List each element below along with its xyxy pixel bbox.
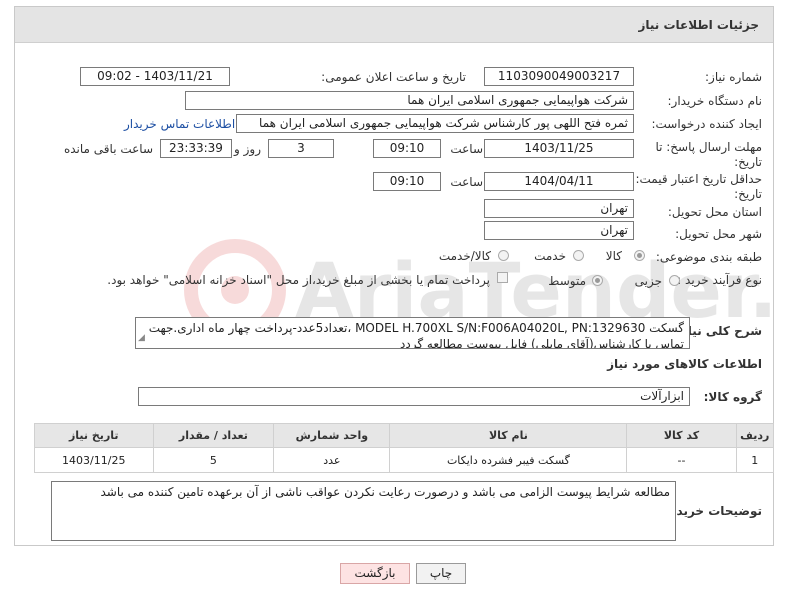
treasury-payment-checkbox[interactable] — [497, 272, 508, 283]
category-option-goods-service: کالا/خدمت — [438, 249, 491, 263]
announce-field: 1403/11/21 - 09:02 — [80, 67, 230, 86]
buyer-notes-textarea: مطالعه شرایط پیوست الزامی می باشد و درصو… — [51, 481, 676, 541]
process-option-medium: متوسط — [548, 274, 586, 288]
province-field: تهران — [484, 199, 634, 218]
cell-goods-code: -- — [626, 447, 737, 473]
days-field: 3 — [268, 139, 334, 158]
col-quantity: تعداد / مقدار — [152, 423, 275, 448]
category-radio-service[interactable] — [573, 250, 584, 261]
reply-time-field: 09:10 — [373, 139, 441, 158]
remaining-label: ساعت باقی مانده — [63, 142, 153, 156]
buyer-org-field: شرکت هواپیمایی جمهوری اسلامی ایران هما — [185, 91, 634, 110]
cell-row-number: 1 — [735, 447, 775, 473]
col-goods-code: کد کالا — [626, 423, 737, 448]
col-goods-name: نام کالا — [389, 423, 628, 448]
process-label: نوع فرآیند خرید : — [677, 273, 762, 287]
table-header-row: ردیف کد کالا نام کالا واحد شمارش تعداد /… — [34, 423, 775, 448]
goods-group-field: ابزارآلات — [138, 387, 690, 406]
process-radio-minor[interactable] — [669, 275, 680, 286]
price-time-label: ساعت — [450, 175, 483, 189]
col-row-number: ردیف — [735, 423, 775, 448]
description-text: گسکت MODEL H.700XL S/N:F006A04020L, PN:1… — [148, 321, 684, 349]
col-unit: واحد شمارش — [273, 423, 391, 448]
cell-quantity: 5 — [152, 447, 275, 473]
cell-goods-name: گسکت فیبر فشرده دایکات — [389, 447, 628, 473]
province-label: استان محل تحویل: — [667, 205, 762, 219]
buyer-contact-link[interactable]: اطلاعات تماس خریدار — [124, 117, 235, 131]
category-radio-goods-service[interactable] — [498, 250, 509, 261]
reply-time-label: ساعت — [450, 142, 483, 156]
buyer-notes-text: مطالعه شرایط پیوست الزامی می باشد و درصو… — [100, 485, 670, 499]
back-button[interactable]: بازگشت — [340, 563, 410, 584]
requester-field: ثمره فتح اللهی پور کارشناس شرکت هواپیمای… — [236, 114, 634, 133]
price-valid-time-field: 09:10 — [373, 172, 441, 191]
need-number-field: 1103090049003217 — [484, 67, 634, 86]
goods-group-label: گروه کالا: — [703, 390, 762, 404]
price-valid-label: حداقل تاریخ اعتبار قیمت: تا — [624, 172, 762, 186]
goods-table: ردیف کد کالا نام کالا واحد شمارش تعداد /… — [34, 423, 775, 473]
cell-need-date: 1403/11/25 — [34, 447, 154, 473]
reply-deadline-label-2: تاریخ: — [734, 155, 762, 169]
city-label: شهر محل تحویل: — [675, 227, 762, 241]
resize-grip-icon[interactable]: ◢ — [138, 330, 145, 346]
days-label: روز و — [234, 142, 261, 156]
treasury-payment-text: پرداخت تمام یا بخشی از مبلغ خرید،از محل … — [107, 273, 490, 287]
announce-label: تاریخ و ساعت اعلان عمومی: — [321, 70, 466, 84]
process-radio-medium[interactable] — [592, 275, 603, 286]
cell-unit: عدد — [273, 447, 391, 473]
col-need-date: تاریخ نیاز — [34, 423, 154, 448]
table-row: 1 -- گسکت فیبر فشرده دایکات عدد 5 1403/1… — [34, 447, 775, 473]
category-label: طبقه بندی موضوعی: — [655, 250, 762, 264]
need-number-label: شماره نیاز: — [705, 70, 762, 84]
buyer-org-label: نام دستگاه خریدار: — [667, 94, 763, 108]
reply-date-field: 1403/11/25 — [484, 139, 634, 158]
category-option-service: خدمت — [534, 249, 566, 263]
category-option-goods: کالا — [605, 249, 622, 263]
reply-deadline-label: مهلت ارسال پاسخ: تا — [655, 140, 762, 154]
city-field: تهران — [484, 221, 634, 240]
remaining-time-field: 23:33:39 — [160, 139, 232, 158]
requester-label: ایجاد کننده درخواست: — [651, 117, 762, 131]
price-valid-date-field: 1404/04/11 — [484, 172, 634, 191]
process-option-minor: جزیی — [634, 274, 662, 288]
description-textarea: گسکت MODEL H.700XL S/N:F006A04020L, PN:1… — [135, 317, 690, 349]
price-valid-label-2: تاریخ: — [734, 187, 762, 201]
goods-info-title: اطلاعات کالاهای مورد نیاز — [607, 357, 762, 371]
page-title: جزئیات اطلاعات نیاز — [15, 7, 773, 43]
print-button[interactable]: چاپ — [416, 563, 466, 584]
category-radio-goods[interactable] — [634, 250, 645, 261]
